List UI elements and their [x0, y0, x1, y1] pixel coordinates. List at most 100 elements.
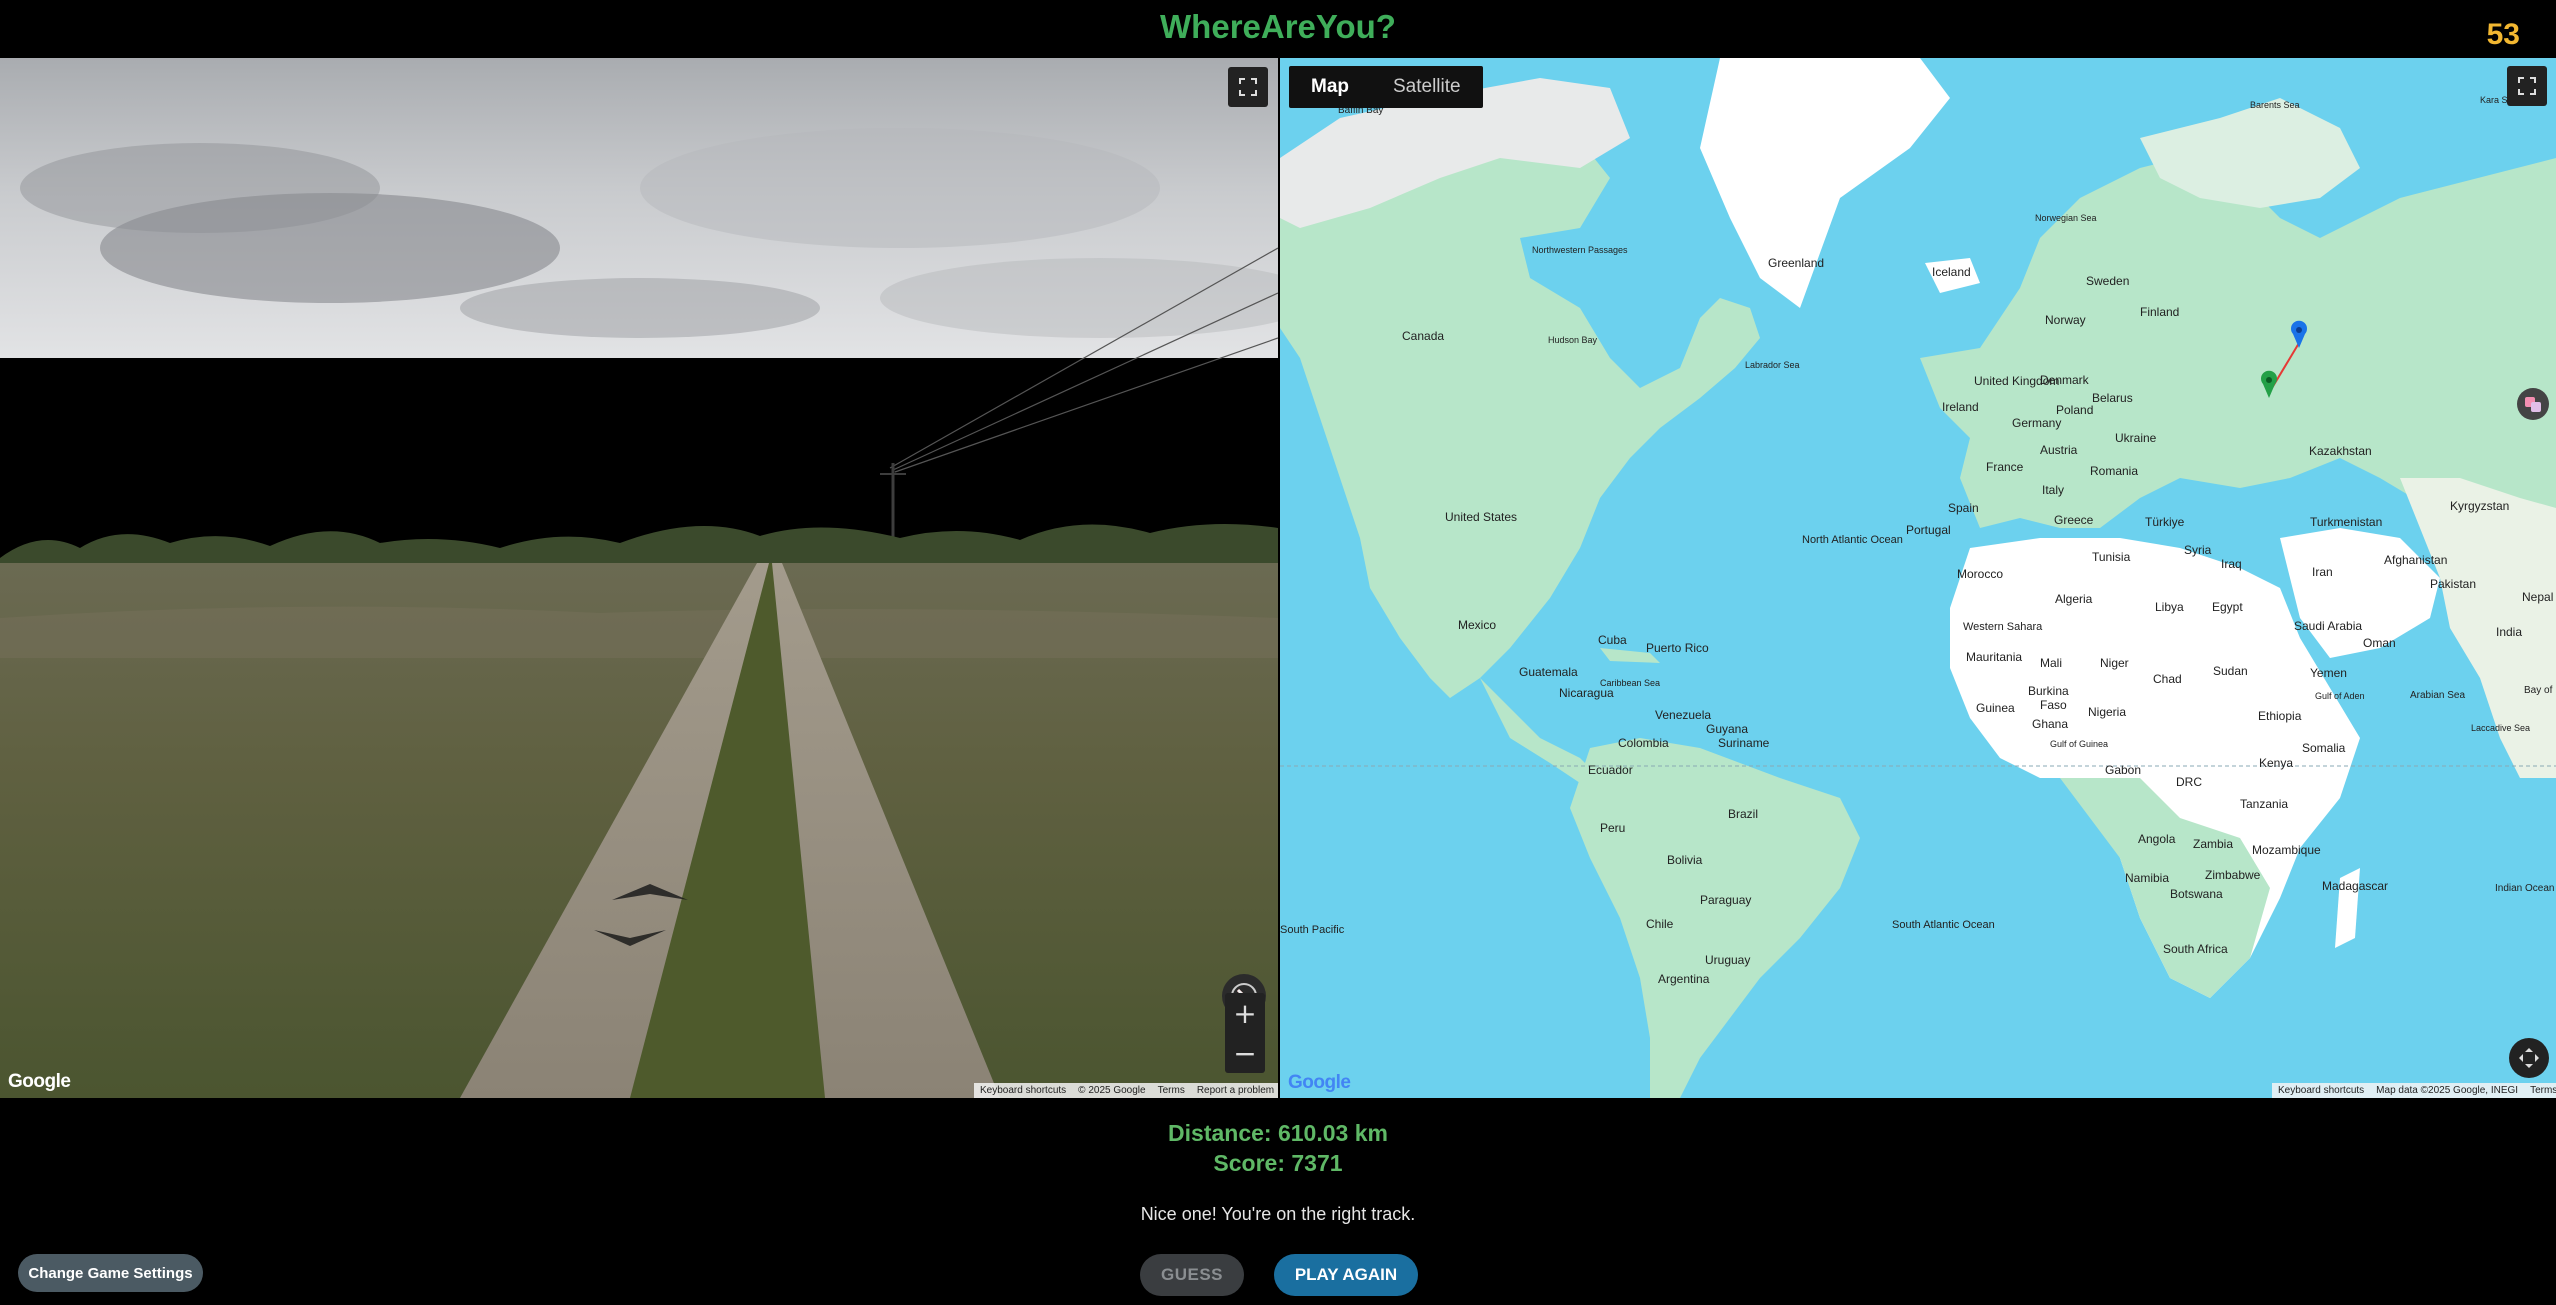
zoom-out-button[interactable]: − — [1225, 1033, 1265, 1073]
map-label: Somalia — [2302, 741, 2346, 755]
map-label: Germany — [2012, 416, 2061, 430]
map-label: Greenland — [1768, 256, 1824, 270]
world-map[interactable]: Baffin Bay Greenland Iceland Canada Nort… — [1280, 58, 2556, 1098]
map-label: Zimbabwe — [2205, 868, 2261, 882]
terms-link[interactable]: Terms — [2530, 1085, 2556, 1096]
map-label: Sweden — [2086, 274, 2129, 288]
map-label: Kyrgyzstan — [2450, 499, 2509, 513]
map-label: Venezuela — [1655, 708, 1711, 722]
map-label: United States — [1445, 510, 1517, 524]
map-label: India — [2496, 625, 2522, 639]
result-panel: Distance: 610.03 km Score: 7371 — [0, 1118, 2556, 1178]
camera-control-button[interactable] — [2509, 1038, 2549, 1078]
map-label: Zambia — [2193, 837, 2233, 851]
map-label: Cuba — [1598, 633, 1627, 647]
map-label: Norway — [2045, 313, 2086, 327]
map-label: Canada — [1402, 329, 1444, 343]
map-label: Chile — [1646, 917, 1674, 931]
map-label: Oman — [2363, 636, 2396, 650]
map-label: Sudan — [2213, 664, 2248, 678]
map-label: Argentina — [1658, 972, 1710, 986]
map-label: Ireland — [1942, 400, 1979, 414]
map-label: Romania — [2090, 464, 2138, 478]
map-label: Algeria — [2055, 592, 2093, 606]
guess-button[interactable]: GUESS — [1140, 1254, 1244, 1296]
map-label: South Pacific — [1280, 924, 1345, 936]
map-label: Barents Sea — [2250, 100, 2300, 110]
map-label: Gabon — [2105, 763, 2141, 777]
map-type-satellite-button[interactable]: Satellite — [1371, 66, 1483, 108]
map-label: Guinea — [1976, 701, 2015, 715]
map-label: Finland — [2140, 305, 2179, 319]
map-label: Tunisia — [2092, 550, 2131, 564]
map-label: Chad — [2153, 672, 2182, 686]
map-label: Mali — [2040, 656, 2062, 670]
map-label: France — [1986, 460, 2024, 474]
report-problem-link[interactable]: Report a problem — [1197, 1085, 1274, 1096]
map-label: Laccadive Sea — [2471, 723, 2530, 733]
score-text: Score: 7371 — [1213, 1150, 1343, 1176]
street-view-fullscreen-button[interactable] — [1228, 67, 1268, 107]
map-label: Nepal — [2522, 590, 2553, 604]
translate-icon — [2525, 397, 2541, 412]
play-again-button[interactable]: PLAY AGAIN — [1274, 1254, 1418, 1296]
terms-link[interactable]: Terms — [1158, 1085, 1185, 1096]
keyboard-shortcuts-link[interactable]: Keyboard shortcuts — [2278, 1085, 2364, 1096]
map-label: North Atlantic Ocean — [1802, 534, 1903, 546]
map-label: Bolivia — [1667, 853, 1703, 867]
map-label: Ghana — [2032, 717, 2068, 731]
map-label: Western Sahara — [1963, 621, 2043, 633]
map-label: Egypt — [2212, 600, 2243, 614]
fullscreen-icon — [1239, 78, 1257, 96]
zoom-in-button[interactable]: + — [1225, 993, 1265, 1033]
street-view-panel[interactable]: + − Google Keyboard shortcuts © 2025 Goo… — [0, 58, 1278, 1098]
map-label: Spain — [1948, 501, 1979, 515]
copyright-text: © 2025 Google — [1078, 1085, 1146, 1096]
map-label: Bay of — [2524, 685, 2553, 696]
map-label: Namibia — [2125, 871, 2169, 885]
map-data-text: Map data ©2025 Google, INEGI — [2376, 1085, 2519, 1096]
translate-button[interactable] — [2517, 388, 2549, 420]
game-title: WhereAreYou? — [1160, 8, 1396, 45]
fullscreen-icon — [2518, 77, 2536, 95]
map-label: Poland — [2056, 403, 2093, 417]
map-label: Syria — [2184, 543, 2212, 557]
map-label: Austria — [2040, 443, 2078, 457]
feedback-message: Nice one! You're on the right track. — [1140, 1204, 1416, 1224]
map-label: Belarus — [2092, 391, 2133, 405]
timer: 53 — [2486, 18, 2520, 51]
street-view-zoom-control: + − — [1225, 993, 1265, 1073]
map-label: Kazakhstan — [2309, 444, 2372, 458]
map-label: Indian Ocean — [2495, 883, 2555, 894]
map-label: Brazil — [1728, 807, 1758, 821]
change-settings-button[interactable]: Change Game Settings — [18, 1254, 203, 1292]
map-label: Puerto Rico — [1646, 641, 1709, 655]
map-label: Iceland — [1932, 265, 1971, 279]
map-label: Tanzania — [2240, 797, 2288, 811]
map-label: Nigeria — [2088, 705, 2126, 719]
map-label: Burkina — [2028, 684, 2069, 698]
map-label: Libya — [2155, 600, 2184, 614]
map-label: Suriname — [1718, 736, 1770, 750]
guess-map[interactable]: Baffin Bay Greenland Iceland Canada Nort… — [1280, 58, 2556, 1098]
map-label: Mauritania — [1966, 650, 2022, 664]
map-fullscreen-button[interactable] — [2507, 66, 2547, 106]
map-label: South Africa — [2163, 942, 2228, 956]
map-label: Afghanistan — [2384, 553, 2447, 567]
keyboard-shortcuts-link[interactable]: Keyboard shortcuts — [980, 1085, 1066, 1096]
map-label: Saudi Arabia — [2294, 619, 2362, 633]
map-label: Guyana — [1706, 722, 1748, 736]
map-label: South Atlantic Ocean — [1892, 919, 1995, 931]
map-label: Uruguay — [1705, 953, 1750, 967]
google-logo: Google — [8, 1071, 71, 1092]
google-logo: Google — [1288, 1072, 1351, 1093]
map-label: Greece — [2054, 513, 2094, 527]
map-label: Guatemala — [1519, 665, 1578, 679]
map-label: Denmark — [2040, 373, 2090, 387]
map-label: Türkiye — [2145, 515, 2185, 529]
map-label: Angola — [2138, 832, 2176, 846]
map-label: Ukraine — [2115, 431, 2157, 445]
map-type-map-button[interactable]: Map — [1289, 66, 1371, 108]
map-label: Niger — [2100, 656, 2129, 670]
street-view-image[interactable] — [0, 58, 1278, 1098]
